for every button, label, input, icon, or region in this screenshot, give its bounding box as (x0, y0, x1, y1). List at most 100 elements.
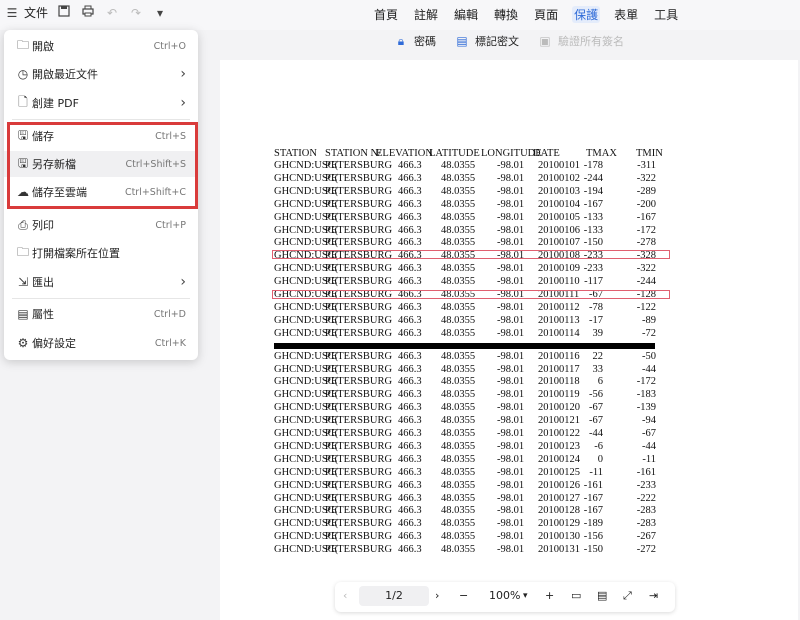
exit-icon[interactable]: ⇥ (649, 589, 658, 602)
redo-icon[interactable]: ↷ (128, 5, 144, 21)
fit-screen-icon[interactable]: ⤢ (623, 589, 632, 603)
tab-convert[interactable]: 轉換 (492, 6, 520, 23)
menu-item-preferences[interactable]: ⚙︎ 偏好設定 Ctrl+K (4, 330, 198, 356)
cell-latitude: 48.0355 (441, 505, 476, 517)
cell-latitude: 48.0355 (441, 415, 476, 427)
menu-item-open[interactable]: 🗀︎ 開啟 Ctrl+O (4, 33, 198, 59)
cell-tmin: -222 (636, 492, 656, 504)
cell-longitude: -98.01 (497, 198, 525, 210)
cell-longitude: -98.01 (497, 415, 525, 427)
menu-item-properties[interactable]: ▤ 屬性 Ctrl+D (4, 301, 198, 327)
cell-tmax: 0 (597, 453, 603, 465)
dropdown-arrow-icon[interactable]: ▾ (152, 5, 168, 21)
tab-protect[interactable]: 保護 (572, 6, 601, 23)
zoom-out-icon[interactable]: − (459, 589, 468, 602)
menu-item-export[interactable]: ⇲ 匯出 › (4, 269, 198, 295)
cell-tmax: -17 (589, 314, 603, 326)
tab-annotate[interactable]: 註解 (412, 6, 440, 23)
file-menu-button[interactable]: ☰ 文件 (4, 4, 48, 21)
tab-form[interactable]: 表單 (612, 6, 640, 23)
cell-tmax: -178 (583, 160, 603, 171)
folder-open-icon: 🗀︎ (16, 37, 29, 52)
cell-elevation: 466.3 (398, 314, 422, 326)
export-icon: ⇲ (17, 275, 29, 289)
cell-elevation: 466.3 (398, 518, 422, 530)
cell-tmax: 6 (597, 376, 603, 388)
cell-station-name: PETERSBURG (325, 492, 393, 504)
cell-latitude: 48.0355 (441, 440, 476, 452)
cell-tmin: -283 (636, 505, 656, 517)
cell-tmin: -44 (642, 363, 656, 375)
page-number-input[interactable]: 1/2 (359, 586, 429, 606)
zoom-level[interactable]: 100% (489, 589, 520, 602)
cell-elevation: 466.3 (398, 276, 422, 288)
header-date: DATE (533, 148, 560, 159)
cell-latitude: 48.0355 (441, 531, 476, 543)
menu-item-open-location[interactable]: 🗀︎ 打開檔案所在位置 (4, 240, 198, 266)
cell-elevation: 466.3 (398, 198, 422, 210)
single-page-icon[interactable]: ▤ (597, 589, 607, 602)
page-settings-icon[interactable]: ▭ (571, 589, 581, 602)
cell-tmin: -283 (636, 518, 656, 530)
cell-tmin: -44 (642, 440, 656, 452)
cell-tmin: -94 (642, 415, 656, 427)
create-pdf-icon: 🗋︎ (18, 94, 28, 109)
signature-icon: ▣ (539, 34, 551, 48)
chevron-right-icon: › (180, 274, 186, 290)
cell-elevation: 466.3 (398, 211, 422, 223)
cell-longitude: -98.01 (497, 172, 525, 184)
cell-latitude: 48.0355 (441, 237, 476, 249)
cell-tmin: -322 (636, 172, 656, 184)
cell-longitude: -98.01 (497, 350, 525, 362)
verify-signatures-button[interactable]: ▣ 驗證所有簽名 (537, 33, 624, 49)
cell-tmax: -156 (583, 531, 603, 543)
cell-station-name: PETERSBURG (325, 327, 393, 339)
cell-tmin: -200 (636, 198, 656, 210)
tab-home[interactable]: 首頁 (372, 6, 400, 23)
cell-station-name: PETERSBURG (325, 301, 393, 313)
cell-latitude: 48.0355 (441, 224, 476, 236)
cell-tmin: -67 (642, 428, 656, 439)
zoom-in-icon[interactable]: + (545, 589, 554, 602)
menu-item-print[interactable]: ⎙ 列印 Ctrl+P (4, 212, 198, 238)
cell-station-name: PETERSBURG (325, 389, 393, 401)
cell-tmax: -133 (583, 211, 603, 223)
cell-tmin: -139 (636, 402, 656, 414)
cell-latitude: 48.0355 (441, 453, 476, 465)
cell-tmax: 22 (592, 350, 604, 362)
redact-mark-line (272, 250, 670, 259)
prev-page-icon[interactable]: ‹ (343, 589, 347, 602)
cell-elevation: 466.3 (398, 402, 422, 414)
cell-tmin: -289 (636, 185, 656, 197)
print-icon[interactable] (80, 5, 96, 21)
cell-longitude: -98.01 (497, 492, 525, 504)
cell-station-name: PETERSBURG (325, 453, 393, 465)
menu-item-create-pdf[interactable]: 🗋︎ 創建 PDF › (4, 90, 198, 116)
cell-elevation: 466.3 (398, 160, 422, 171)
menu-item-recent[interactable]: ◷ 開啟最近文件 › (4, 61, 198, 87)
tab-edit[interactable]: 編輯 (452, 6, 480, 23)
cell-longitude: -98.01 (497, 402, 525, 414)
cell-tmax: -78 (589, 301, 603, 313)
cell-station-name: PETERSBURG (325, 402, 393, 414)
cell-longitude: -98.01 (497, 263, 525, 275)
cell-tmin: -272 (636, 544, 656, 556)
mark-redact-button[interactable]: ▤ 標記密文 (454, 33, 519, 49)
next-page-icon[interactable]: › (435, 589, 439, 602)
menu-divider (12, 119, 190, 120)
cell-tmax: -189 (583, 518, 603, 530)
chevron-right-icon: › (180, 95, 186, 111)
header-station: STATION (274, 148, 317, 159)
protect-toolbar: 🔒︎ 密碼 ▤ 標記密文 ▣ 驗證所有簽名 (393, 33, 624, 49)
undo-icon[interactable]: ↶ (104, 5, 120, 21)
zoom-dropdown-icon[interactable]: ▾ (523, 591, 528, 601)
cell-tmin: -89 (642, 314, 656, 326)
cell-elevation: 466.3 (398, 544, 422, 556)
tab-page[interactable]: 頁面 (532, 6, 560, 23)
cell-latitude: 48.0355 (441, 389, 476, 401)
save-icon[interactable] (56, 4, 72, 21)
password-button[interactable]: 🔒︎ 密碼 (393, 33, 436, 49)
cell-station-name: PETERSBURG (325, 376, 393, 388)
cell-longitude: -98.01 (497, 376, 525, 388)
tab-tools[interactable]: 工具 (652, 6, 680, 23)
